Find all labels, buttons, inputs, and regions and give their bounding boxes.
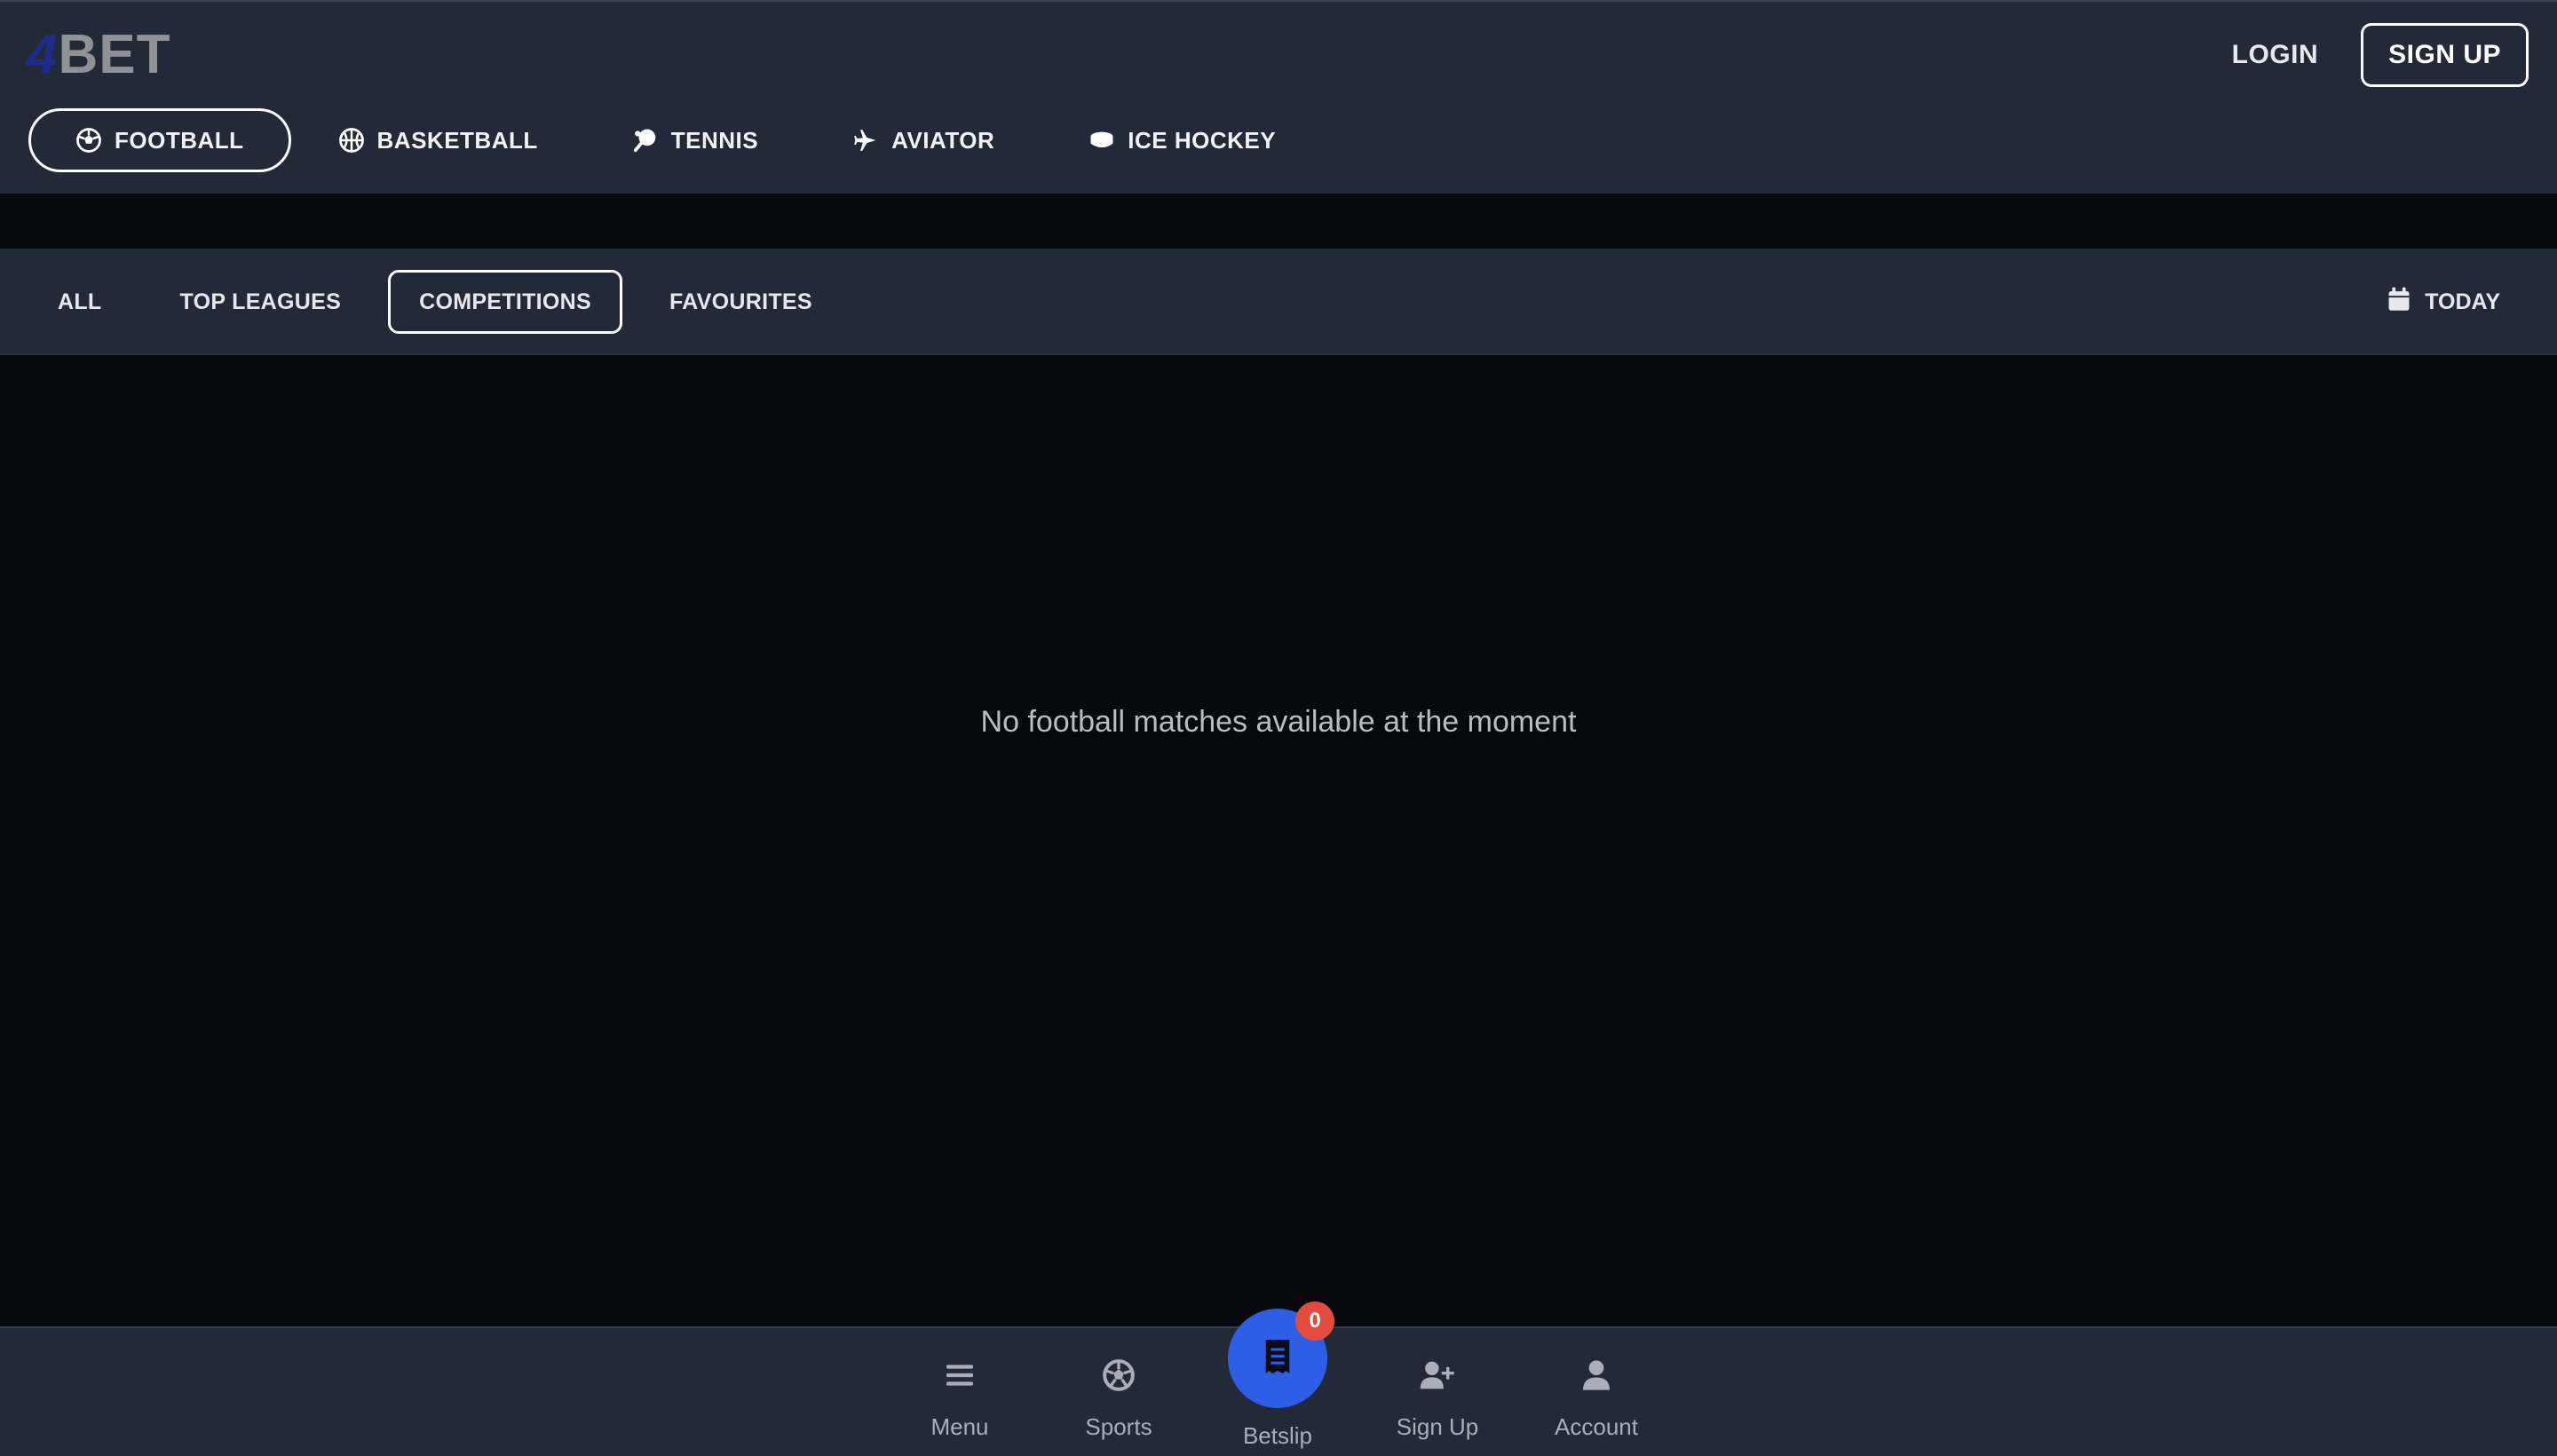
hockey-puck-icon — [1089, 127, 1115, 154]
user-icon — [1525, 1355, 1667, 1396]
empty-state-message: No football matches available at the mom… — [980, 705, 1577, 739]
tab-tennis-label: TENNIS — [670, 126, 759, 154]
nav-betslip-label: Betslip — [1242, 1422, 1313, 1449]
logo-number: 4 — [27, 24, 59, 85]
top-header: 4 BET LOGIN SIGN UP FOOTBALL BASKETBALL … — [0, 0, 2557, 194]
football-icon — [75, 127, 102, 154]
tab-ice-hockey[interactable]: ICE HOCKEY — [1041, 108, 1323, 172]
date-filter-label: TODAY — [2425, 289, 2500, 314]
calendar-icon — [2387, 287, 2411, 318]
header-divider-strip — [0, 194, 2557, 249]
football-icon — [1048, 1355, 1190, 1396]
bottom-navigation: Menu Sports 0 Betslip Sign Up Account — [0, 1302, 2557, 1456]
tab-football-label: FOOTBALL — [115, 126, 244, 154]
nav-sports-label: Sports — [1085, 1413, 1152, 1440]
filter-top-leagues[interactable]: TOP LEAGUES — [149, 270, 373, 334]
nav-sports[interactable]: Sports — [1048, 1355, 1190, 1441]
sport-tabs: FOOTBALL BASKETBALL TENNIS AVIATOR ICE H… — [28, 108, 1323, 172]
filter-tabs: ALL TOP LEAGUES COMPETITIONS FAVOURITES — [27, 270, 843, 334]
tab-basketball-label: BASKETBALL — [376, 126, 538, 154]
tennis-icon — [632, 127, 659, 154]
auth-actions: LOGIN SIGN UP — [2232, 23, 2529, 87]
login-button[interactable]: LOGIN — [2232, 40, 2319, 70]
plane-icon — [852, 127, 879, 154]
nav-account-label: Account — [1555, 1413, 1638, 1440]
hamburger-menu-icon — [889, 1355, 1031, 1396]
tab-basketball[interactable]: BASKETBALL — [291, 108, 585, 172]
tab-aviator[interactable]: AVIATOR — [805, 108, 1041, 172]
matches-area: No football matches available at the mom… — [0, 355, 2557, 1326]
nav-sign-up[interactable]: Sign Up — [1366, 1355, 1508, 1441]
nav-account[interactable]: Account — [1525, 1355, 1667, 1441]
brand-logo[interactable]: 4 BET — [27, 27, 170, 83]
nav-sign-up-label: Sign Up — [1396, 1413, 1479, 1440]
filter-favourites[interactable]: FAVOURITES — [638, 270, 843, 334]
date-filter-button[interactable]: TODAY — [2387, 270, 2500, 334]
add-user-icon — [1366, 1355, 1508, 1396]
logo-text: BET — [58, 24, 171, 85]
tab-ice-hockey-label: ICE HOCKEY — [1128, 126, 1277, 154]
basketball-icon — [338, 127, 365, 154]
tab-tennis[interactable]: TENNIS — [585, 108, 805, 172]
betslip-count-badge: 0 — [1295, 1302, 1334, 1341]
tab-aviator-label: AVIATOR — [891, 126, 995, 154]
filter-all[interactable]: ALL — [27, 270, 133, 334]
filter-competitions[interactable]: COMPETITIONS — [388, 270, 622, 334]
receipt-icon — [1263, 1339, 1292, 1378]
nav-menu-label: Menu — [930, 1413, 989, 1440]
filter-bar: ALL TOP LEAGUES COMPETITIONS FAVOURITES … — [0, 249, 2557, 355]
signup-button[interactable]: SIGN UP — [2361, 23, 2529, 87]
nav-menu[interactable]: Menu — [889, 1355, 1031, 1441]
tab-football[interactable]: FOOTBALL — [28, 108, 291, 172]
